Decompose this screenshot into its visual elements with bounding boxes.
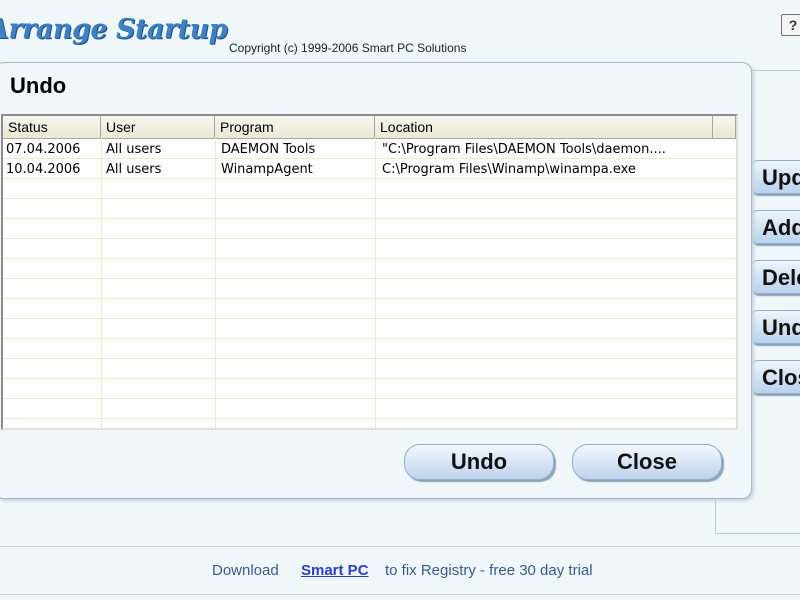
- footer-text-trial: to fix Registry - free 30 day trial: [385, 562, 593, 579]
- column-header-user[interactable]: User: [101, 116, 215, 138]
- grid-line: [3, 398, 736, 399]
- column-header-program[interactable]: Program: [215, 116, 375, 138]
- divider: [0, 594, 800, 595]
- cell-status: 10.04.2006: [6, 162, 81, 177]
- grid-line: [3, 218, 736, 219]
- undo-dialog: Undo Status User Program Location 07.04.…: [0, 62, 752, 499]
- cell-user: All users: [106, 142, 162, 157]
- table-row[interactable]: 10.04.2006 All users WinampAgent C:\Prog…: [3, 160, 736, 180]
- undo-button[interactable]: Undo: [404, 444, 554, 480]
- close-button[interactable]: Close: [572, 444, 722, 480]
- grid-line: [3, 258, 736, 259]
- grid-line: [3, 358, 736, 359]
- grid-line: [3, 238, 736, 239]
- grid-line: [3, 338, 736, 339]
- grid-line: [375, 138, 376, 428]
- column-header-location[interactable]: Location: [375, 116, 713, 138]
- copyright-text: Copyright (c) 1999-2006 Smart PC Solutio…: [229, 41, 467, 55]
- close-side-button[interactable]: Close: [750, 360, 800, 394]
- grid-line: [3, 318, 736, 319]
- cell-program: DAEMON Tools: [221, 142, 316, 157]
- cell-user: All users: [106, 162, 162, 177]
- cell-location: C:\Program Files\Winamp\winampa.exe: [382, 162, 636, 177]
- app-logo: Arrange Startup: [0, 14, 228, 45]
- grid-line: [3, 378, 736, 379]
- list-header: Status User Program Location: [3, 116, 736, 139]
- cell-location: "C:\Program Files\DAEMON Tools\daemon...…: [382, 142, 666, 157]
- grid-line: [3, 198, 736, 199]
- grid-line: [101, 138, 102, 428]
- grid-line: [3, 298, 736, 299]
- column-header-status[interactable]: Status: [3, 116, 101, 138]
- column-header-filler: [713, 116, 736, 138]
- undo-side-button[interactable]: Undo: [750, 310, 800, 344]
- grid-line: [3, 278, 736, 279]
- cell-program: WinampAgent: [221, 162, 313, 177]
- undo-list[interactable]: Status User Program Location 07.04.2006 …: [1, 114, 738, 430]
- table-row[interactable]: 07.04.2006 All users DAEMON Tools "C:\Pr…: [3, 140, 736, 160]
- dialog-title: Undo: [10, 73, 67, 98]
- grid-line: [3, 418, 736, 419]
- app-header: Arrange Startup Copyright (c) 1999-2006 …: [0, 0, 800, 62]
- add-button[interactable]: Add: [750, 210, 800, 244]
- divider: [0, 546, 800, 547]
- update-button[interactable]: Update: [750, 160, 800, 194]
- help-button[interactable]: ?: [781, 14, 800, 36]
- footer-text-download: Download: [212, 562, 279, 579]
- grid-line: [215, 138, 216, 428]
- footer-promo: Download Smart PC to fix Registry - free…: [0, 562, 800, 584]
- smart-pc-link[interactable]: Smart PC: [301, 562, 369, 579]
- delete-button[interactable]: Delete: [750, 260, 800, 294]
- cell-status: 07.04.2006: [6, 142, 81, 157]
